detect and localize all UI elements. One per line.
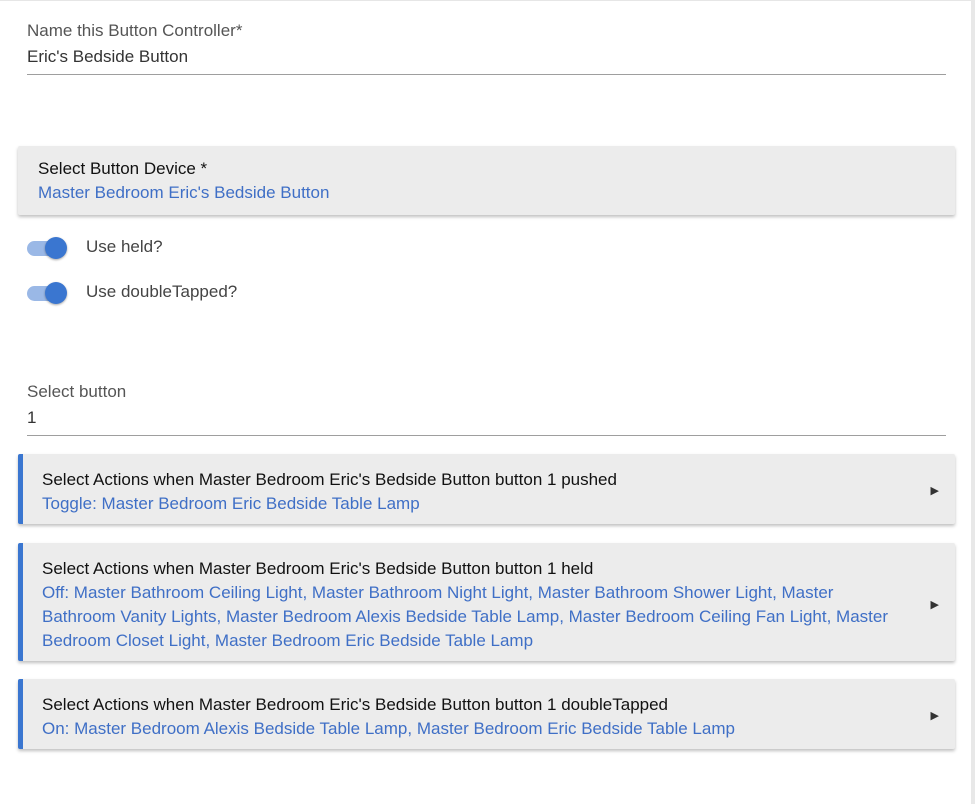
- action-pushed[interactable]: Select Actions when Master Bedroom Eric'…: [18, 454, 955, 524]
- action-doubletapped-value: On: Master Bedroom Alexis Bedside Table …: [42, 719, 735, 738]
- select-button-device-value[interactable]: Master Bedroom Eric's Bedside Button: [38, 183, 329, 203]
- triangle-right-icon[interactable]: ▶: [931, 709, 939, 722]
- select-button-device[interactable]: Select Button Device * Master Bedroom Er…: [18, 146, 955, 215]
- select-button-label: Select button: [27, 382, 127, 401]
- action-held-title: Select Actions when Master Bedroom Eric'…: [42, 559, 594, 578]
- select-button-field[interactable]: Select button 1: [27, 382, 946, 436]
- use-held-label: Use held?: [86, 237, 163, 256]
- toggle-knob[interactable]: [45, 237, 67, 259]
- action-pushed-value: Toggle: Master Bedroom Eric Bedside Tabl…: [42, 494, 420, 513]
- toggle-knob[interactable]: [45, 282, 67, 304]
- triangle-right-icon[interactable]: ▶: [931, 598, 939, 611]
- name-field-value[interactable]: Eric's Bedside Button: [27, 47, 946, 67]
- name-field[interactable]: Name this Button Controller* Eric's Beds…: [27, 21, 946, 75]
- action-pushed-title: Select Actions when Master Bedroom Eric'…: [42, 470, 617, 489]
- action-held[interactable]: Select Actions when Master Bedroom Eric'…: [18, 543, 955, 661]
- action-doubletapped[interactable]: Select Actions when Master Bedroom Eric'…: [18, 679, 955, 749]
- action-doubletapped-title: Select Actions when Master Bedroom Eric'…: [42, 695, 669, 714]
- triangle-right-icon[interactable]: ▶: [931, 484, 939, 497]
- name-field-label: Name this Button Controller*: [27, 21, 243, 40]
- top-border: [0, 0, 975, 1]
- right-scroll-edge: [971, 0, 975, 804]
- use-doubletapped-label: Use doubleTapped?: [86, 282, 238, 301]
- action-held-value: Off: Master Bathroom Ceiling Light, Mast…: [42, 583, 888, 650]
- select-button-value[interactable]: 1: [27, 408, 946, 428]
- select-button-device-label: Select Button Device *: [38, 159, 208, 178]
